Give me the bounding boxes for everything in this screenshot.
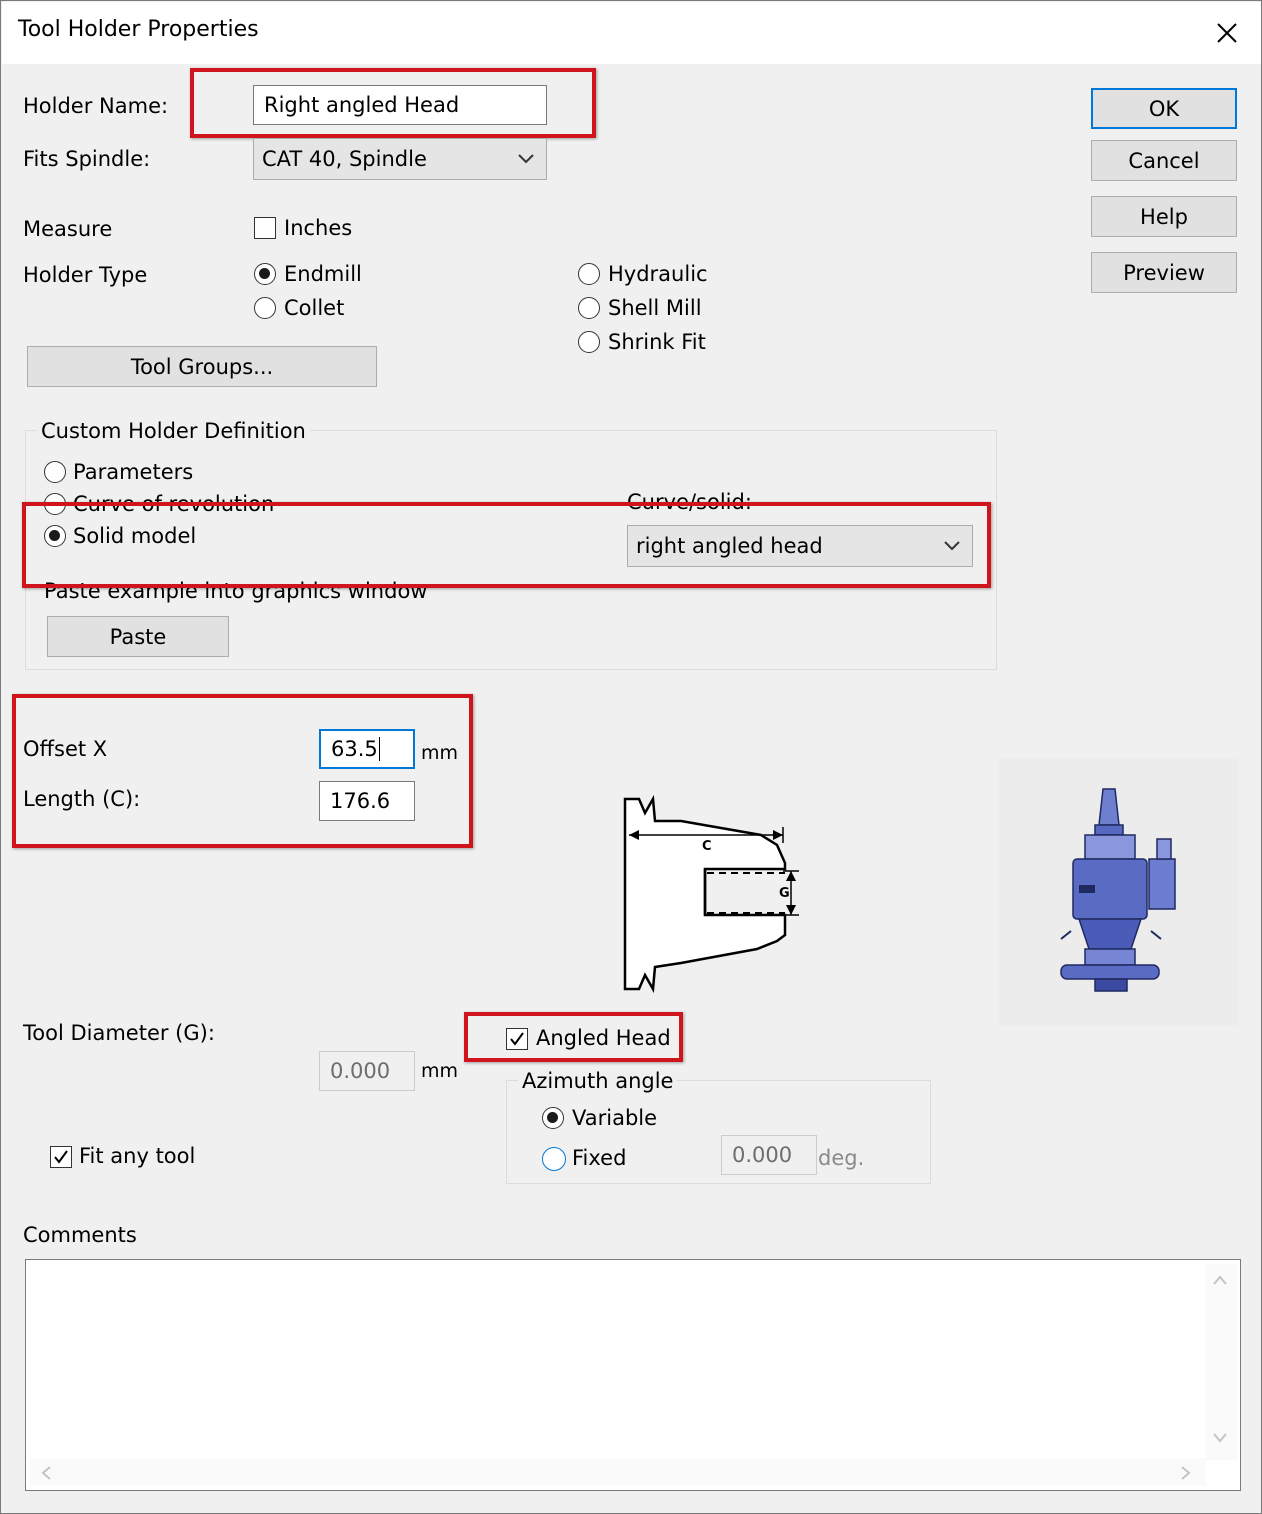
comments-label: Comments	[23, 1223, 137, 1247]
scroll-up-icon[interactable]	[1212, 1274, 1228, 1286]
fits-spindle-value: CAT 40, Spindle	[262, 147, 427, 171]
inches-label: Inches	[284, 216, 353, 240]
scroll-down-icon[interactable]	[1212, 1432, 1228, 1444]
diagram-c-label: C	[702, 839, 712, 854]
parameters-label: Parameters	[73, 460, 194, 484]
hydraulic-label: Hydraulic	[608, 262, 708, 286]
highlight-box-dimensions	[12, 694, 473, 848]
holder-preview-image	[999, 759, 1239, 1025]
shell-mill-label: Shell Mill	[608, 296, 702, 320]
variable-label: Variable	[572, 1106, 658, 1130]
fits-spindle-label: Fits Spindle:	[23, 147, 151, 171]
tool-holder-dialog: Tool Holder Properties Holder Name: Righ…	[0, 0, 1262, 1514]
diagram-g-label: G	[779, 886, 790, 901]
shrink-fit-radio[interactable]	[578, 331, 600, 353]
holder-type-label: Holder Type	[23, 263, 148, 287]
shell-mill-radio[interactable]	[578, 297, 600, 319]
comments-textarea[interactable]	[25, 1259, 1241, 1491]
fit-any-tool-label: Fit any tool	[79, 1144, 196, 1168]
collet-radio[interactable]	[254, 297, 276, 319]
parameters-radio[interactable]	[44, 461, 66, 483]
measure-label: Measure	[23, 217, 113, 241]
highlight-box-angled-head	[464, 1012, 683, 1062]
fixed-radio[interactable]	[542, 1147, 566, 1171]
close-icon[interactable]	[1207, 13, 1247, 53]
shrink-fit-label: Shrink Fit	[608, 330, 706, 354]
collet-label: Collet	[284, 296, 345, 320]
fixed-angle-input[interactable]: 0.000	[721, 1135, 817, 1175]
tool-groups-button[interactable]: Tool Groups...	[27, 346, 377, 387]
paste-button[interactable]: Paste	[47, 616, 229, 657]
fits-spindle-select[interactable]: CAT 40, Spindle	[253, 138, 547, 180]
fixed-angle-unit: deg.	[818, 1146, 865, 1170]
azimuth-group-label: Azimuth angle	[518, 1069, 678, 1093]
endmill-radio[interactable]	[254, 263, 276, 285]
tool-diameter-label: Tool Diameter (G):	[23, 1021, 215, 1045]
scroll-left-icon[interactable]	[40, 1465, 52, 1481]
window-title: Tool Holder Properties	[18, 17, 259, 42]
holder-name-label: Holder Name:	[23, 94, 169, 118]
cancel-button[interactable]: Cancel	[1091, 140, 1237, 181]
tool-diameter-unit: mm	[421, 1060, 459, 1082]
azimuth-group	[506, 1080, 931, 1184]
highlight-box-solid-model	[22, 502, 991, 588]
help-button[interactable]: Help	[1091, 196, 1237, 237]
fixed-label: Fixed	[572, 1146, 627, 1170]
preview-button[interactable]: Preview	[1091, 252, 1237, 293]
horizontal-scrollbar[interactable]	[30, 1458, 1206, 1486]
angled-head-model-icon	[1060, 788, 1176, 992]
tool-diameter-input[interactable]: 0.000	[319, 1051, 415, 1091]
hydraulic-radio[interactable]	[578, 263, 600, 285]
variable-radio[interactable]	[542, 1107, 564, 1129]
custom-holder-group-label: Custom Holder Definition	[37, 419, 310, 443]
highlight-box-holder-name	[190, 68, 596, 138]
inches-checkbox[interactable]	[254, 217, 276, 239]
scroll-right-icon[interactable]	[1180, 1465, 1192, 1481]
checkmark-icon	[54, 1150, 68, 1164]
vertical-scrollbar[interactable]	[1206, 1264, 1238, 1460]
ok-button[interactable]: OK	[1091, 88, 1237, 129]
chevron-down-icon	[518, 154, 534, 164]
endmill-label: Endmill	[284, 262, 362, 286]
fit-any-tool-checkbox[interactable]	[50, 1146, 72, 1168]
